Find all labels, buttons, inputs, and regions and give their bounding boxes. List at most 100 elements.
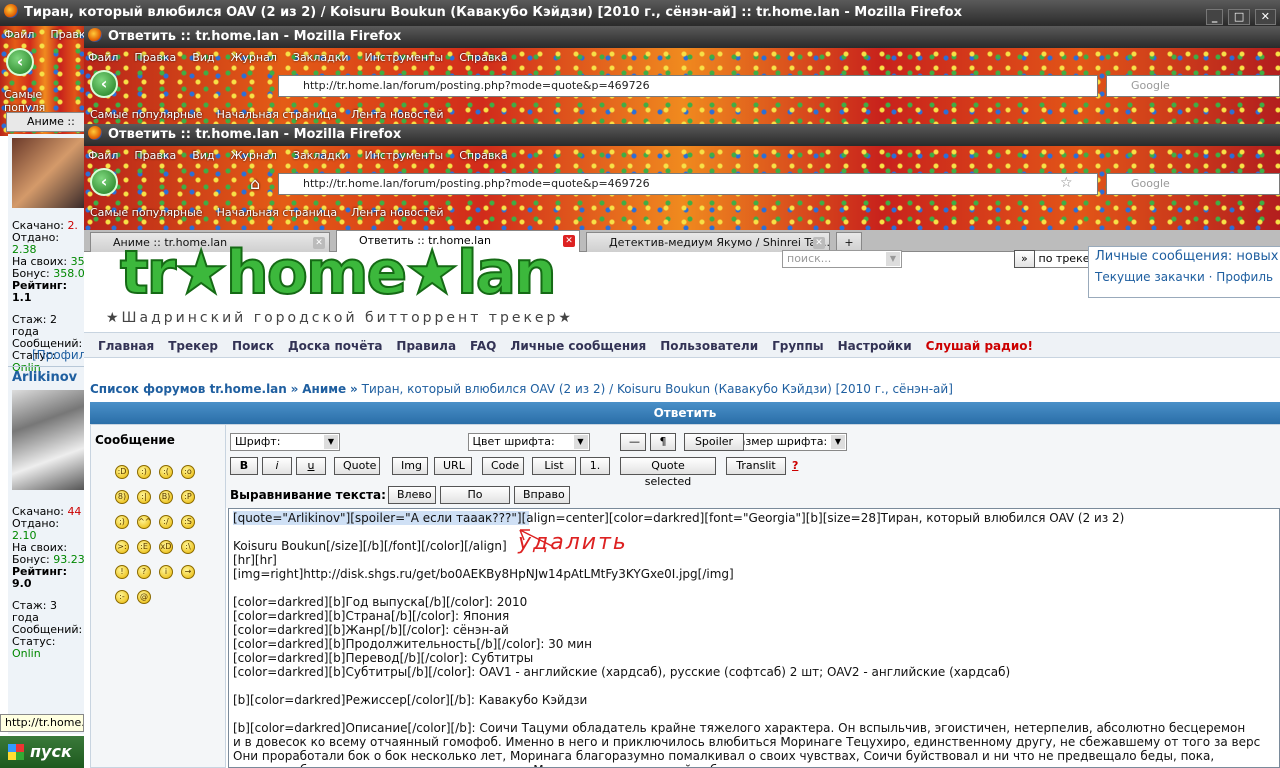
nav-groups[interactable]: Группы: [772, 339, 824, 353]
tab-yakumo[interactable]: Детектив-медиум Якумо / Shinrei Tan... ✕: [586, 232, 830, 252]
menu-help[interactable]: Справка: [459, 149, 507, 162]
font-color-select[interactable]: Цвет шрифта:: [467, 433, 590, 451]
align-left-button[interactable]: Влево: [388, 486, 436, 504]
bookmark-start[interactable]: Начальная страница: [217, 206, 338, 219]
nav-users[interactable]: Пользователи: [660, 339, 758, 353]
menu-edit[interactable]: Правка: [134, 149, 176, 162]
url-button[interactable]: URL: [434, 457, 472, 475]
smiley-icon[interactable]: :o: [181, 465, 195, 479]
menu-file[interactable]: Файл: [88, 149, 118, 162]
nav-home[interactable]: Главная: [98, 339, 154, 353]
quote-button[interactable]: Quote: [334, 457, 380, 475]
smiley-icon[interactable]: !: [115, 565, 129, 579]
message-line: [quote="Arlikinov"][spoiler="А если тааа…: [233, 511, 1261, 525]
hr-button[interactable]: —: [620, 433, 646, 451]
smiley-icon[interactable]: :): [137, 465, 151, 479]
close-icon[interactable]: ✕: [813, 237, 825, 249]
nav-faq[interactable]: FAQ: [470, 339, 496, 353]
pm-notice[interactable]: Личные сообщения: новых н: [1089, 247, 1280, 266]
back-button[interactable]: ‹: [90, 168, 118, 196]
align-center-button[interactable]: По центру: [440, 486, 510, 517]
italic-button[interactable]: i: [262, 457, 292, 475]
img-button[interactable]: Img: [392, 457, 428, 475]
search-go-button[interactable]: »: [1014, 250, 1035, 268]
smiley-icon[interactable]: :P: [181, 490, 195, 504]
smiley-icon[interactable]: :D: [115, 465, 129, 479]
smiley-icon[interactable]: :|: [137, 490, 151, 504]
menu-bookmarks[interactable]: Закладки: [293, 149, 349, 162]
smiley-icon[interactable]: i: [159, 565, 173, 579]
profile-nav-link[interactable]: Профиль: [1216, 270, 1273, 284]
smiley-icon[interactable]: :(: [159, 465, 173, 479]
ghost-back-button[interactable]: ‹: [90, 70, 118, 98]
site-search-input[interactable]: поиск...: [782, 250, 902, 268]
smiley-icon[interactable]: :E: [137, 540, 151, 554]
minimize-button[interactable]: _: [1205, 9, 1224, 25]
nav-settings[interactable]: Настройки: [838, 339, 912, 353]
code-button[interactable]: Code: [482, 457, 524, 475]
smiley-icon[interactable]: :\: [181, 540, 195, 554]
window-title: Тиран, который влюбился OAV (2 из 2) / K…: [24, 5, 962, 20]
close-button[interactable]: ✕: [1254, 9, 1276, 25]
maximize-button[interactable]: □: [1227, 9, 1251, 25]
site-logo[interactable]: tr★home★lan: [119, 241, 558, 305]
current-downloads-link[interactable]: Текущие закачки: [1095, 270, 1205, 284]
new-tab-button[interactable]: +: [836, 232, 862, 252]
paragraph-button[interactable]: ¶: [650, 433, 676, 451]
quote-selected-button[interactable]: Quote selected: [620, 457, 716, 488]
smiley-icon[interactable]: →: [181, 565, 195, 579]
menu-view[interactable]: Вид: [192, 149, 214, 162]
breadcrumb-root[interactable]: Список форумов tr.home.lan: [90, 382, 287, 396]
url-input[interactable]: http://tr.home.lan/forum/posting.php?mod…: [278, 173, 1098, 195]
breadcrumb-topic[interactable]: Тиран, который влюбился OAV (2 из 2) / K…: [362, 382, 953, 396]
site-tagline: ★Шадринский городской битторрент трекер★: [106, 310, 574, 326]
font-size-select[interactable]: Размер шрифта:: [727, 433, 847, 451]
home-icon[interactable]: ⌂: [250, 174, 270, 194]
smiley-icon[interactable]: ;): [115, 515, 129, 529]
smiley-icon[interactable]: 8): [115, 490, 129, 504]
search-input[interactable]: Google: [1106, 173, 1280, 195]
smiley-icon[interactable]: >:: [115, 540, 129, 554]
numbered-list-button[interactable]: 1.: [580, 457, 610, 475]
smiley-icon[interactable]: ?: [137, 565, 151, 579]
nav-pm[interactable]: Личные сообщения: [510, 339, 646, 353]
smiley-icon[interactable]: :S: [181, 515, 195, 529]
bg-bookmark[interactable]: Самые популя: [4, 88, 45, 114]
bold-button[interactable]: B: [230, 457, 258, 475]
ghost-search[interactable]: Google: [1106, 75, 1280, 97]
smiley-icon[interactable]: ^^: [137, 515, 151, 529]
spoiler-button[interactable]: Spoiler: [684, 433, 744, 451]
menu-tools[interactable]: Инструменты: [365, 149, 444, 162]
help-link[interactable]: ?: [792, 459, 798, 472]
bg-menu-file[interactable]: Файл: [4, 28, 34, 41]
bg-back-button[interactable]: ‹: [6, 48, 34, 76]
profile-link[interactable]: [Профил: [32, 348, 86, 362]
star-icon[interactable]: ☆: [1060, 175, 1073, 191]
list-button[interactable]: List: [532, 457, 576, 475]
start-button[interactable]: пуск: [0, 736, 84, 768]
translit-button[interactable]: Translit: [726, 457, 786, 475]
smiley-icon[interactable]: B): [159, 490, 173, 504]
font-select[interactable]: Шрифт:: [230, 433, 340, 451]
smiley-icon[interactable]: :-: [115, 590, 129, 604]
smiley-icon[interactable]: @: [137, 590, 151, 604]
smiley-icon[interactable]: :/: [159, 515, 173, 529]
align-right-button[interactable]: Вправо: [514, 486, 570, 504]
message-textarea[interactable]: [quote="Arlikinov"][spoiler="А если тааа…: [228, 508, 1280, 768]
bookmark-popular[interactable]: Самые популярные: [90, 206, 203, 219]
popup-title: Ответить :: tr.home.lan - Mozilla Firefo…: [108, 127, 402, 142]
username[interactable]: Arlikinov: [12, 370, 77, 385]
menu-history[interactable]: Журнал: [231, 149, 277, 162]
nav-search[interactable]: Поиск: [232, 339, 274, 353]
nav-honor[interactable]: Доска почёта: [288, 339, 382, 353]
smiley-icon[interactable]: xD: [159, 540, 173, 554]
nav-tracker[interactable]: Трекер: [168, 339, 218, 353]
bookmark-news[interactable]: Лента новостей: [351, 206, 443, 219]
nav-rules[interactable]: Правила: [396, 339, 456, 353]
close-icon[interactable]: ✕: [563, 235, 575, 247]
bg-tab[interactable]: Аниме :: tr: [6, 112, 86, 146]
breadcrumb-forum[interactable]: Аниме: [302, 382, 346, 396]
nav-radio[interactable]: Слушай радио!: [926, 339, 1033, 353]
underline-button[interactable]: u: [296, 457, 326, 475]
ghost-url[interactable]: http://tr.home.lan/forum/posting.php?mod…: [278, 75, 1098, 97]
